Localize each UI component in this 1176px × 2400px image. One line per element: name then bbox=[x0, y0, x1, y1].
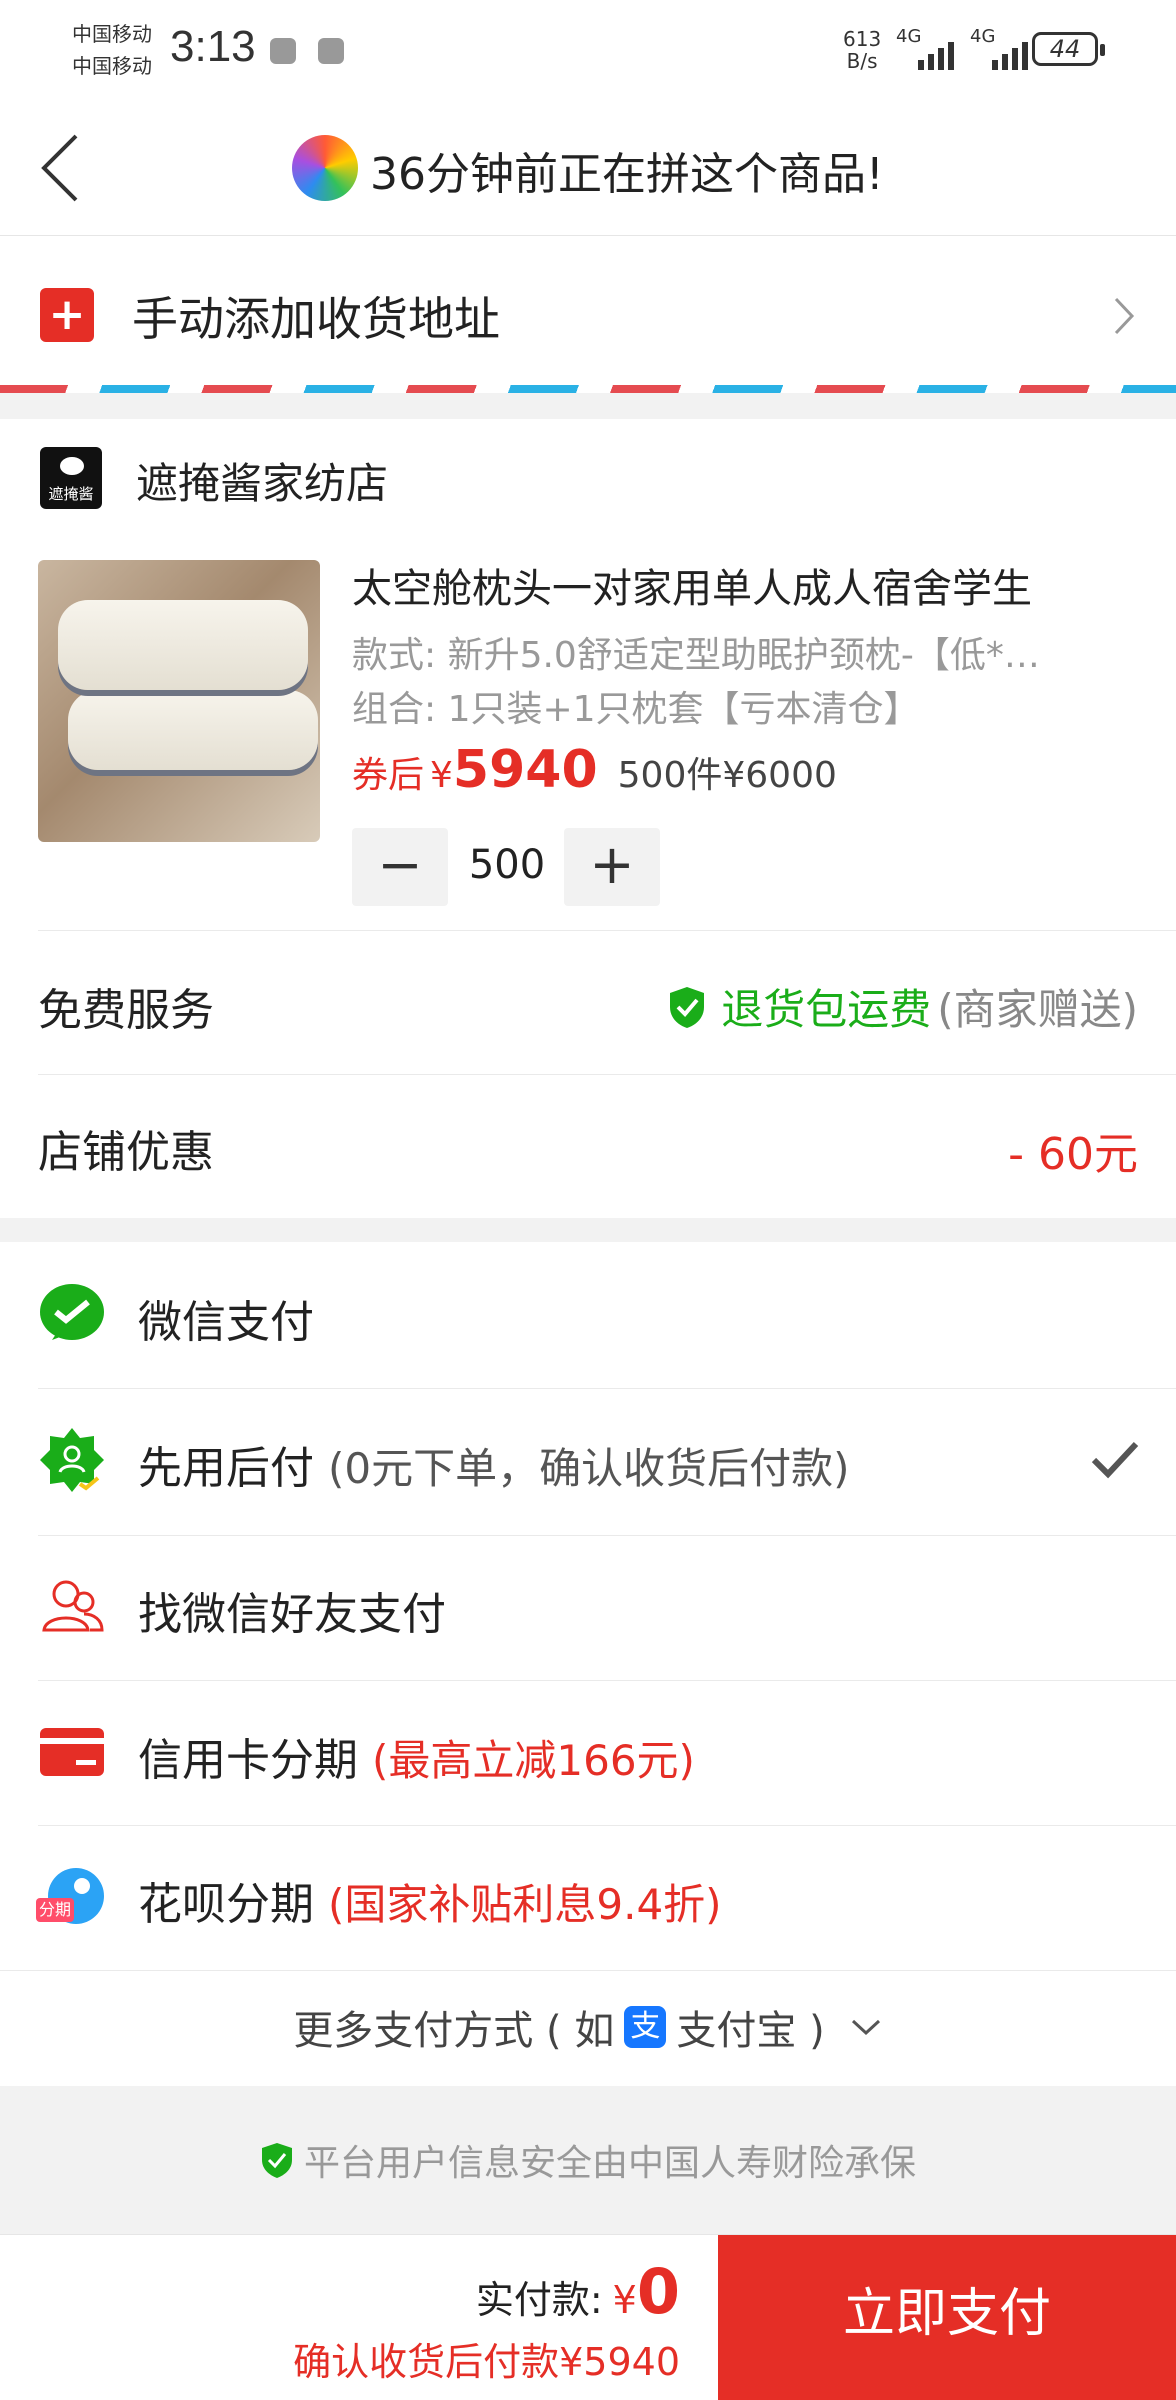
product-price: 5940 bbox=[452, 740, 598, 800]
carrier-2: 中国移动 bbox=[72, 54, 152, 78]
message-icon bbox=[318, 38, 344, 64]
coupon-label: 券后 bbox=[352, 755, 425, 796]
quantity-decrease-button[interactable]: − bbox=[352, 828, 448, 906]
avatar bbox=[292, 135, 358, 201]
wechat-pay-label: 微信支付 bbox=[138, 1297, 314, 1348]
plus-icon: + bbox=[40, 288, 94, 342]
product-spec-style[interactable]: 款式: 新升5.0舒适定型助眠护颈枕-【低*… bbox=[352, 626, 1040, 678]
chevron-right-icon bbox=[1114, 297, 1135, 335]
quantity-increase-button[interactable]: + bbox=[564, 828, 660, 906]
friend-pay-label: 找微信好友支付 bbox=[138, 1589, 446, 1640]
huabei-label: 花呗分期 (国家补贴利息9.4折) bbox=[138, 1879, 722, 1930]
currency-symbol: ¥ bbox=[430, 755, 453, 796]
free-service-value[interactable]: 退货包运费 (商家赠送) bbox=[667, 976, 1138, 1037]
carrier-1: 中国移动 bbox=[72, 22, 152, 46]
divider bbox=[0, 1970, 1176, 1971]
status-bar: 中国移动 中国移动 3:13 613 B/s 4G 4G 44 bbox=[0, 0, 1176, 100]
original-price: 500件¥6000 bbox=[617, 755, 837, 796]
pay-later-label: 先用后付 (0元下单，确认收货后付款) bbox=[138, 1443, 850, 1494]
pay-now-button[interactable]: 立即支付 bbox=[718, 2235, 1176, 2400]
divider bbox=[38, 1535, 1176, 1536]
chevron-down-icon bbox=[851, 2019, 880, 2036]
signal-icon: 4G bbox=[896, 26, 954, 70]
divider bbox=[38, 1074, 1176, 1075]
friends-icon bbox=[42, 1580, 104, 1632]
back-arrow-icon[interactable] bbox=[36, 130, 96, 206]
huabei-icon: 分期 bbox=[36, 1864, 106, 1932]
free-service-label: 免费服务 bbox=[38, 985, 214, 1036]
signal-icon-2: 4G bbox=[970, 26, 1028, 70]
product-title[interactable]: 太空舱枕头一对家用单人成人宿舍学生 bbox=[352, 556, 1032, 614]
price-row: 券后 ¥ 5940 500件¥6000 bbox=[352, 740, 837, 800]
shield-check-icon bbox=[261, 2143, 292, 2178]
quantity-value[interactable]: 500 bbox=[452, 842, 562, 888]
credit-card-label: 信用卡分期 (最高立减166元) bbox=[138, 1735, 695, 1786]
pay-after-delivery-note: 确认收货后付款¥5940 bbox=[293, 2340, 680, 2384]
notification-icon bbox=[270, 38, 296, 64]
add-address-row[interactable]: + 手动添加收货地址 bbox=[0, 237, 1176, 389]
section-gap bbox=[0, 393, 1176, 419]
checkout-bar: 实付款: ¥ 0 确认收货后付款¥5940 立即支付 bbox=[0, 2234, 1176, 2400]
more-payment-methods[interactable]: 更多支付方式 ( 如 支 支付宝 ) bbox=[0, 1998, 1176, 2056]
pay-later-icon bbox=[40, 1428, 104, 1492]
section-gap bbox=[0, 1218, 1176, 1242]
product-image[interactable] bbox=[38, 560, 320, 842]
selected-check-icon bbox=[1091, 1441, 1139, 1479]
shop-logo: 遮掩酱 bbox=[40, 447, 102, 509]
shop-discount-value[interactable]: - 60元 bbox=[1008, 1118, 1138, 1182]
shop-name[interactable]: 遮掩酱家纺店 bbox=[136, 450, 388, 511]
page-title: 36分钟前正在拼这个商品! bbox=[370, 149, 884, 200]
divider bbox=[38, 1388, 1176, 1389]
address-stripe bbox=[0, 385, 1176, 393]
product-spec-combo[interactable]: 组合: 1只装+1只枕套【亏本清仓】 bbox=[352, 680, 920, 732]
shop-discount-label: 店铺优惠 bbox=[38, 1127, 214, 1178]
network-speed: 613 B/s bbox=[843, 27, 882, 73]
add-address-label: 手动添加收货地址 bbox=[132, 292, 500, 346]
security-note: 平台用户信息安全由中国人寿财险承保 bbox=[0, 2086, 1176, 2234]
clock: 3:13 bbox=[170, 22, 256, 71]
divider bbox=[38, 1680, 1176, 1681]
paid-amount: 实付款: ¥ 0 bbox=[475, 2255, 680, 2328]
battery-icon: 44 bbox=[1032, 32, 1105, 66]
alipay-icon: 支 bbox=[624, 2006, 667, 2048]
page-header: 36分钟前正在拼这个商品! bbox=[0, 100, 1176, 236]
huabei-badge: 分期 bbox=[36, 1898, 75, 1922]
divider bbox=[38, 930, 1176, 931]
credit-card-icon bbox=[40, 1728, 104, 1776]
divider bbox=[38, 1825, 1176, 1826]
wechat-pay-icon bbox=[40, 1284, 104, 1340]
shield-check-icon bbox=[670, 986, 705, 1028]
carrier-info: 中国移动 中国移动 bbox=[72, 18, 152, 82]
